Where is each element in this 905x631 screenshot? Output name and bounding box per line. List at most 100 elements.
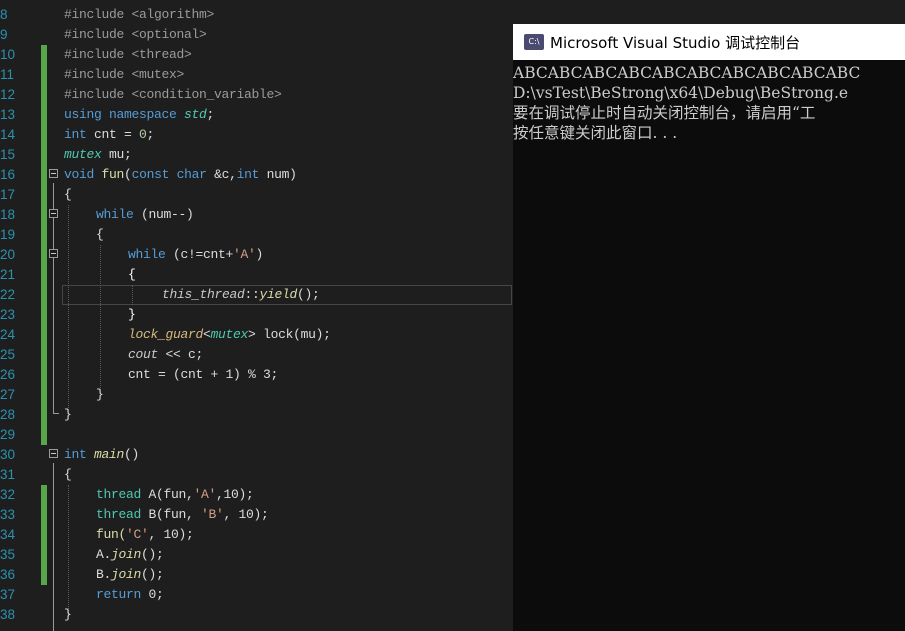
fold-collapse-icon[interactable] bbox=[49, 169, 58, 178]
function-yield: yield bbox=[259, 287, 298, 302]
code-line: 24 lock_guard<mutex> lock(mu); bbox=[0, 325, 512, 345]
code-line: 27 } bbox=[0, 385, 512, 405]
code-text: &c, bbox=[206, 167, 237, 182]
code-line: 30 int main() bbox=[0, 445, 512, 465]
keyword-int: int bbox=[236, 167, 260, 182]
change-marker bbox=[41, 365, 47, 385]
code-text: (); bbox=[297, 287, 320, 302]
fold-collapse-icon[interactable] bbox=[49, 209, 58, 218]
brace: } bbox=[128, 307, 136, 322]
console-line: 按任意键关闭此窗口. . . bbox=[513, 124, 678, 142]
code-text: (); bbox=[141, 547, 164, 562]
console-title: Microsoft Visual Studio 调试控制台 bbox=[550, 33, 801, 52]
code-text: , 10); bbox=[148, 527, 194, 542]
change-marker bbox=[41, 225, 47, 245]
line-number: 16 bbox=[0, 167, 16, 182]
line-number: 35 bbox=[0, 547, 16, 562]
semicolon: ; bbox=[206, 107, 215, 122]
code-line: 26 cnt = (cnt + 1) % 3; bbox=[0, 365, 512, 385]
code-text: A(fun, bbox=[141, 487, 194, 502]
function-name: fun bbox=[101, 167, 125, 182]
code-line: 11 #include <mutex> bbox=[0, 65, 512, 85]
change-marker bbox=[41, 505, 47, 525]
type-thread: thread bbox=[96, 487, 142, 502]
code-line: 12 #include <condition_variable> bbox=[0, 85, 512, 105]
paren: ( bbox=[124, 167, 132, 182]
brace: { bbox=[64, 467, 72, 482]
line-number: 33 bbox=[0, 507, 16, 522]
function-join: join bbox=[111, 567, 142, 582]
keyword-return: return bbox=[96, 587, 142, 602]
change-marker bbox=[41, 485, 47, 505]
debug-console-window[interactable]: C:\ Microsoft Visual Studio 调试控制台 ABCABC… bbox=[513, 24, 905, 631]
code-line: 28 } bbox=[0, 405, 512, 425]
code-line: 13 using namespace std; bbox=[0, 105, 512, 125]
function-join: join bbox=[111, 547, 142, 562]
fold-collapse-icon[interactable] bbox=[49, 249, 58, 258]
keyword-int: int bbox=[64, 447, 87, 462]
code-text: (c!=cnt+ bbox=[165, 247, 234, 262]
fold-collapse-icon[interactable] bbox=[49, 449, 58, 458]
code-text: (num--) bbox=[133, 207, 194, 222]
code-line: 21 { bbox=[0, 265, 512, 285]
change-marker bbox=[41, 125, 47, 145]
brace: { bbox=[96, 227, 104, 242]
line-number: 9 bbox=[0, 27, 8, 42]
code-line: 20 while (c!=cnt+'A') bbox=[0, 245, 512, 265]
char-literal: 'A' bbox=[193, 487, 217, 502]
brace: } bbox=[64, 607, 72, 622]
line-number: 27 bbox=[0, 387, 16, 402]
number-literal: 0 bbox=[139, 127, 147, 142]
change-marker bbox=[41, 285, 47, 305]
line-number: 32 bbox=[0, 487, 16, 502]
line-number: 22 bbox=[0, 287, 16, 302]
code-line: 9 #include <optional> bbox=[0, 25, 512, 45]
line-number: 37 bbox=[0, 587, 16, 602]
char-literal: 'A' bbox=[233, 247, 256, 262]
console-title-bar[interactable]: C:\ Microsoft Visual Studio 调试控制台 bbox=[513, 24, 905, 60]
code-editor[interactable]: 8 #include <algorithm> 9 #include <optio… bbox=[0, 0, 512, 631]
line-number: 19 bbox=[0, 227, 16, 242]
keyword-void: void bbox=[64, 167, 95, 182]
code-line: 17 { bbox=[0, 185, 512, 205]
change-marker bbox=[41, 565, 47, 585]
console-line: 要在调试停止时自动关闭控制台，请启用“工 bbox=[513, 104, 816, 122]
code-text: ,10); bbox=[216, 487, 254, 502]
line-number: 30 bbox=[0, 447, 16, 462]
line-number: 14 bbox=[0, 127, 16, 142]
brace: { bbox=[128, 267, 136, 282]
semicolon: ; bbox=[146, 127, 155, 142]
include-directive: #include <mutex> bbox=[64, 67, 185, 82]
identifier-cout: cout bbox=[128, 347, 159, 362]
type-mutex: mutex bbox=[64, 147, 102, 162]
line-number: 29 bbox=[0, 427, 16, 442]
keyword-while: while bbox=[96, 207, 134, 222]
code-text: , 10); bbox=[223, 507, 269, 522]
line-number: 38 bbox=[0, 607, 16, 622]
console-line: ABCABCABCABCABCABCABCABCABCABC bbox=[513, 64, 861, 82]
code-line: 19 { bbox=[0, 225, 512, 245]
line-number: 12 bbox=[0, 87, 16, 102]
change-marker bbox=[41, 385, 47, 405]
angle-bracket: > bbox=[248, 327, 256, 342]
include-directive: #include <thread> bbox=[64, 47, 192, 62]
change-marker bbox=[41, 345, 47, 365]
include-directive: #include <optional> bbox=[64, 27, 207, 42]
brace: { bbox=[64, 187, 72, 202]
code-line: 33 thread B(fun, 'B', 10); bbox=[0, 505, 512, 525]
line-number: 17 bbox=[0, 187, 16, 202]
code-line: 38 } bbox=[0, 605, 512, 625]
change-marker bbox=[41, 45, 47, 65]
code-text: num) bbox=[259, 167, 297, 182]
code-line: 18 while (num--) bbox=[0, 205, 512, 225]
type-mutex: mutex bbox=[210, 327, 249, 342]
brace: } bbox=[96, 387, 104, 402]
change-marker bbox=[41, 205, 47, 225]
line-number: 13 bbox=[0, 107, 16, 122]
code-text: 0; bbox=[141, 587, 164, 602]
include-directive: #include <condition_variable> bbox=[64, 87, 282, 102]
code-line: 8 #include <algorithm> bbox=[0, 5, 512, 25]
console-output[interactable]: ABCABCABCABCABCABCABCABCABCABC D:\vsTest… bbox=[513, 63, 905, 143]
namespace-std: std bbox=[184, 107, 207, 122]
line-number: 31 bbox=[0, 467, 16, 482]
